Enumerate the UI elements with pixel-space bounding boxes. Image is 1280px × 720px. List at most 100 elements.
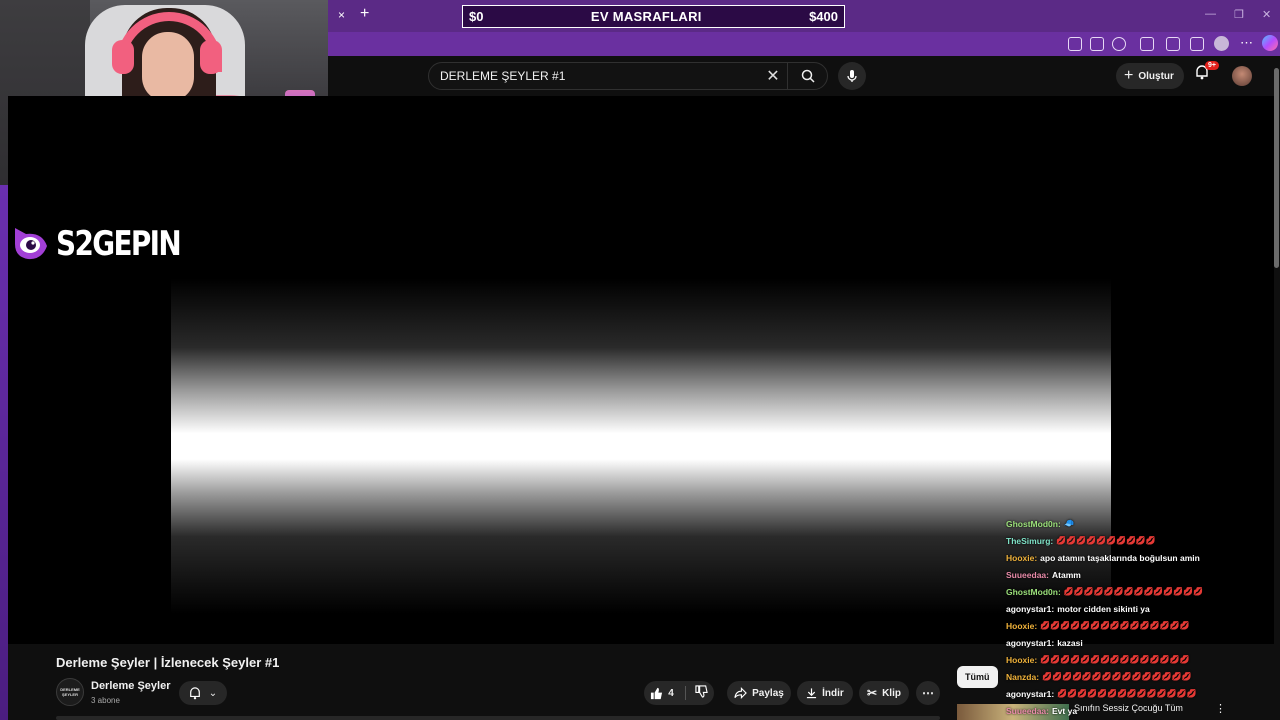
create-label: Oluştur [1138, 70, 1174, 82]
chevron-down-icon: ⌄ [208, 687, 218, 699]
chip-all[interactable]: Tümü [957, 666, 998, 688]
dislike-button[interactable] [695, 685, 708, 701]
chat-message: Suueedaa: Atamm [1006, 566, 1276, 583]
expense-goal: $400 [809, 9, 838, 24]
channel-avatar-text: DERLEME ŞEYLER [60, 687, 80, 697]
search-box: ✕ [428, 62, 828, 90]
channel-name[interactable]: Derleme Şeyler [91, 680, 171, 692]
chat-username[interactable]: Suueedaa: [1006, 570, 1049, 580]
eye-logo-icon [12, 224, 50, 264]
expense-overlay: $0 EV MASRAFLARI $400 [462, 5, 845, 28]
thumbs-down-icon [695, 685, 708, 698]
download-icon [807, 688, 817, 699]
clear-search-icon[interactable]: ✕ [759, 66, 787, 86]
like-button[interactable]: 4 [650, 687, 674, 700]
voice-search-button[interactable] [838, 62, 866, 90]
headphone-cup-left [112, 40, 134, 74]
favorite-star-icon[interactable] [1112, 37, 1126, 51]
bell-icon [189, 687, 200, 700]
chat-text: 💋💋💋💋💋💋💋💋💋💋💋💋💋💋💋 [1040, 621, 1190, 630]
maximize-icon[interactable]: ❐ [1234, 8, 1244, 21]
chat-text: 💋💋💋💋💋💋💋💋💋💋💋💋💋💋 [1057, 689, 1197, 698]
youtube-header: ✕ + Oluştur 9+ [328, 56, 1280, 96]
description-box-edge [56, 716, 940, 720]
chat-message: GhostMod0n: 💋💋💋💋💋💋💋💋💋💋💋💋💋💋 [1006, 583, 1276, 600]
chat-username[interactable]: Suueedaa: [1006, 706, 1049, 716]
chat-text: Evt ya [1052, 705, 1078, 716]
share-icon [734, 687, 747, 699]
scissors-icon: ✂ [867, 686, 878, 700]
apps-icon[interactable] [1090, 37, 1104, 51]
chat-username[interactable]: TheSimurg: [1006, 536, 1053, 546]
stream-chat: GhostMod0n: 🧢 TheSimurg: 💋💋💋💋💋💋💋💋💋💋 Hooxie: a… [1006, 515, 1276, 719]
chat-text: 💋💋💋💋💋💋💋💋💋💋💋💋💋💋💋 [1042, 672, 1192, 681]
brand-name: S2GEPIN [56, 224, 182, 264]
tab-close-icon[interactable]: × [338, 8, 345, 22]
chat-message: Suueedaa: Evt ya [1006, 702, 1276, 719]
chat-message: agonystar1: kazasi [1006, 634, 1276, 651]
chat-message: agonystar1: motor cidden sikinti ya [1006, 600, 1276, 617]
subscription-bell-button[interactable]: ⌄ [179, 681, 227, 705]
refresh-icon[interactable] [1140, 37, 1154, 51]
chat-username[interactable]: Hooxie: [1006, 553, 1037, 563]
streamer-brand: S2GEPIN [12, 224, 207, 264]
notifications-button[interactable]: 9+ [1195, 61, 1219, 86]
more-actions-button[interactable]: ⋯ [916, 681, 940, 705]
chat-username[interactable]: GhostMod0n: [1006, 519, 1061, 529]
headphone-cup-right [200, 40, 222, 74]
user-avatar[interactable] [1232, 66, 1252, 86]
page-scrollbar[interactable] [1274, 68, 1279, 268]
chat-message: TheSimurg: 💋💋💋💋💋💋💋💋💋💋 [1006, 532, 1276, 549]
clip-button[interactable]: ✂ Klip [859, 681, 909, 705]
download-button[interactable]: İndir [797, 681, 853, 705]
chat-username[interactable]: Hooxie: [1006, 621, 1037, 631]
chat-message: Hooxie: apo atamın taşaklarında boğulsun … [1006, 549, 1276, 566]
chat-username[interactable]: agonystar1: [1006, 638, 1054, 648]
chat-username[interactable]: Hooxie: [1006, 655, 1037, 665]
chat-username[interactable]: GhostMod0n: [1006, 587, 1061, 597]
minimize-icon[interactable]: — [1205, 8, 1216, 20]
like-dislike-group: 4 [644, 681, 714, 705]
channel-avatar[interactable]: DERLEME ŞEYLER [56, 678, 84, 706]
expense-title: EV MASRAFLARI [590, 9, 702, 24]
chat-message: Nanzda: 💋💋💋💋💋💋💋💋💋💋💋💋💋💋💋 [1006, 668, 1276, 685]
video-title: Derleme Şeyler | İzlenecek Şeyler #1 [56, 655, 280, 670]
plus-icon: + [1124, 67, 1134, 84]
chat-text: 💋💋💋💋💋💋💋💋💋💋 [1056, 536, 1156, 545]
chat-text: motor cidden sikinti ya [1057, 603, 1150, 614]
browser-menu-icon[interactable]: ⋯ [1240, 35, 1253, 51]
chat-message: agonystar1: 💋💋💋💋💋💋💋💋💋💋💋💋💋💋 [1006, 685, 1276, 702]
favorites-icon[interactable] [1190, 37, 1204, 51]
chat-message: GhostMod0n: 🧢 [1006, 515, 1276, 532]
chat-text: apo atamın taşaklarında boğulsun amin [1040, 552, 1200, 563]
search-button[interactable] [787, 63, 827, 89]
video-frame[interactable] [171, 184, 1111, 614]
search-input[interactable] [429, 63, 759, 89]
chat-text: 🧢 [1063, 518, 1075, 528]
chat-username[interactable]: agonystar1: [1006, 689, 1054, 699]
extension-icon[interactable] [1068, 37, 1082, 51]
expense-current: $0 [469, 9, 484, 24]
search-icon [801, 69, 815, 83]
overlay-accent-bar [0, 185, 8, 720]
window-close-icon[interactable]: ✕ [1262, 8, 1271, 21]
chat-text: 💋💋💋💋💋💋💋💋💋💋💋💋💋💋 [1063, 587, 1204, 596]
copilot-icon[interactable] [1262, 35, 1278, 51]
extensions-puzzle-icon[interactable] [1166, 37, 1180, 51]
chat-username[interactable]: agonystar1: [1006, 604, 1054, 614]
chat-message: Hooxie: 💋💋💋💋💋💋💋💋💋💋💋💋💋💋💋 [1006, 651, 1276, 668]
share-label: Paylaş [752, 687, 784, 699]
create-button[interactable]: + Oluştur [1116, 63, 1184, 89]
chat-username[interactable]: Nanzda: [1006, 672, 1039, 682]
clip-label: Klip [882, 687, 901, 699]
new-tab-button[interactable]: + [360, 5, 369, 23]
share-button[interactable]: Paylaş [727, 681, 791, 705]
profile-avatar[interactable] [1214, 36, 1229, 51]
microphone-icon [847, 70, 857, 82]
chat-text: kazasi [1057, 637, 1083, 648]
chat-message: Hooxie: 💋💋💋💋💋💋💋💋💋💋💋💋💋💋💋 [1006, 617, 1276, 634]
divider [684, 686, 686, 700]
thumbs-up-icon [651, 687, 663, 699]
subscriber-count: 3 abone [91, 696, 120, 705]
like-count: 4 [668, 687, 674, 699]
